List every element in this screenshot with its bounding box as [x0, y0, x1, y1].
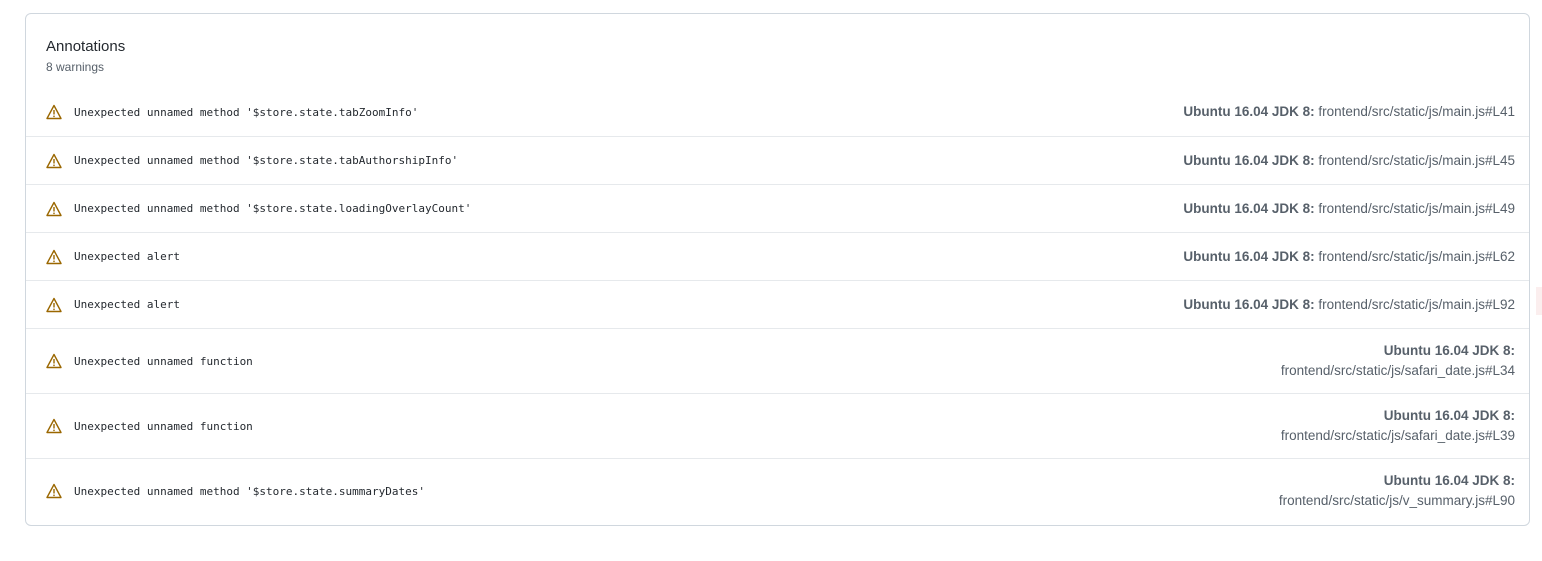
annotation-message: Unexpected unnamed method '$store.state.…	[74, 154, 459, 167]
annotation-location-link[interactable]: Ubuntu 16.04 JDK 8: frontend/src/static/…	[1183, 102, 1515, 122]
annotation-env: Ubuntu 16.04 JDK 8:	[1383, 408, 1515, 423]
annotation-message: Unexpected alert	[74, 298, 180, 311]
annotation-message: Unexpected unnamed function	[74, 419, 253, 433]
annotation-env: Ubuntu 16.04 JDK 8:	[1183, 248, 1319, 264]
annotation-path[interactable]: frontend/src/static/js/main.js#L62	[1318, 249, 1515, 264]
annotations-header: Annotations 8 warnings	[26, 14, 1529, 79]
edge-highlight	[1536, 287, 1542, 315]
annotation-path[interactable]: frontend/src/static/js/safari_date.js#L3…	[1281, 426, 1515, 446]
annotation-path[interactable]: frontend/src/static/js/main.js#L49	[1318, 201, 1515, 216]
alert-triangle-icon	[46, 353, 62, 369]
annotation-row: Unexpected unnamed method '$store.state.…	[26, 88, 1529, 136]
annotation-env: Ubuntu 16.04 JDK 8:	[1183, 104, 1319, 119]
annotation-location-link[interactable]: Ubuntu 16.04 JDK 8: frontend/src/static/…	[1281, 406, 1515, 446]
annotation-list: Unexpected unnamed method '$store.state.…	[26, 88, 1529, 523]
annotation-row: Unexpected alert Ubuntu 16.04 JDK 8: fro…	[26, 280, 1529, 328]
alert-triangle-icon	[46, 483, 62, 499]
alert-triangle-icon	[46, 249, 62, 265]
annotation-message: Unexpected unnamed method '$store.state.…	[74, 202, 472, 215]
alert-triangle-icon	[46, 418, 62, 434]
annotation-row: Unexpected unnamed method '$store.state.…	[26, 136, 1529, 184]
annotation-row: Unexpected unnamed method '$store.state.…	[26, 458, 1529, 523]
annotation-row: Unexpected unnamed method '$store.state.…	[26, 184, 1529, 232]
annotation-path[interactable]: frontend/src/static/js/v_summary.js#L90	[1279, 491, 1515, 511]
annotation-message: Unexpected unnamed method '$store.state.…	[74, 484, 425, 498]
annotation-env: Ubuntu 16.04 JDK 8:	[1183, 152, 1319, 168]
annotations-title: Annotations	[46, 38, 126, 55]
annotation-env: Ubuntu 16.04 JDK 8:	[1183, 296, 1319, 312]
annotations-panel: Annotations 8 warnings Unexpected unname…	[25, 13, 1530, 526]
annotation-path[interactable]: frontend/src/static/js/main.js#L92	[1318, 297, 1515, 312]
annotation-env: Ubuntu 16.04 JDK 8:	[1183, 200, 1319, 216]
annotation-message: Unexpected unnamed method '$store.state.…	[74, 105, 419, 119]
alert-triangle-icon	[46, 201, 62, 217]
annotation-location-link[interactable]: Ubuntu 16.04 JDK 8: frontend/src/static/…	[1183, 151, 1515, 171]
annotation-env: Ubuntu 16.04 JDK 8:	[1383, 473, 1515, 488]
annotation-env: Ubuntu 16.04 JDK 8:	[1383, 343, 1515, 358]
annotation-path[interactable]: frontend/src/static/js/main.js#L45	[1318, 153, 1515, 168]
annotation-path[interactable]: frontend/src/static/js/safari_date.js#L3…	[1281, 361, 1515, 381]
annotation-row: Unexpected unnamed function Ubuntu 16.04…	[26, 393, 1529, 458]
annotation-message: Unexpected unnamed function	[74, 354, 253, 368]
alert-triangle-icon	[46, 297, 62, 313]
annotation-location-link[interactable]: Ubuntu 16.04 JDK 8: frontend/src/static/…	[1183, 199, 1515, 219]
annotation-path[interactable]: frontend/src/static/js/main.js#L41	[1318, 104, 1515, 119]
annotation-location-link[interactable]: Ubuntu 16.04 JDK 8: frontend/src/static/…	[1279, 471, 1515, 511]
alert-triangle-icon	[46, 153, 62, 169]
alert-triangle-icon	[46, 104, 62, 120]
annotation-location-link[interactable]: Ubuntu 16.04 JDK 8: frontend/src/static/…	[1183, 295, 1515, 315]
annotation-message: Unexpected alert	[74, 250, 180, 263]
annotation-row: Unexpected alert Ubuntu 16.04 JDK 8: fro…	[26, 232, 1529, 280]
annotation-location-link[interactable]: Ubuntu 16.04 JDK 8: frontend/src/static/…	[1183, 247, 1515, 267]
annotation-row: Unexpected unnamed function Ubuntu 16.04…	[26, 328, 1529, 393]
annotation-location-link[interactable]: Ubuntu 16.04 JDK 8: frontend/src/static/…	[1281, 341, 1515, 381]
annotations-count: 8 warnings	[46, 60, 105, 74]
